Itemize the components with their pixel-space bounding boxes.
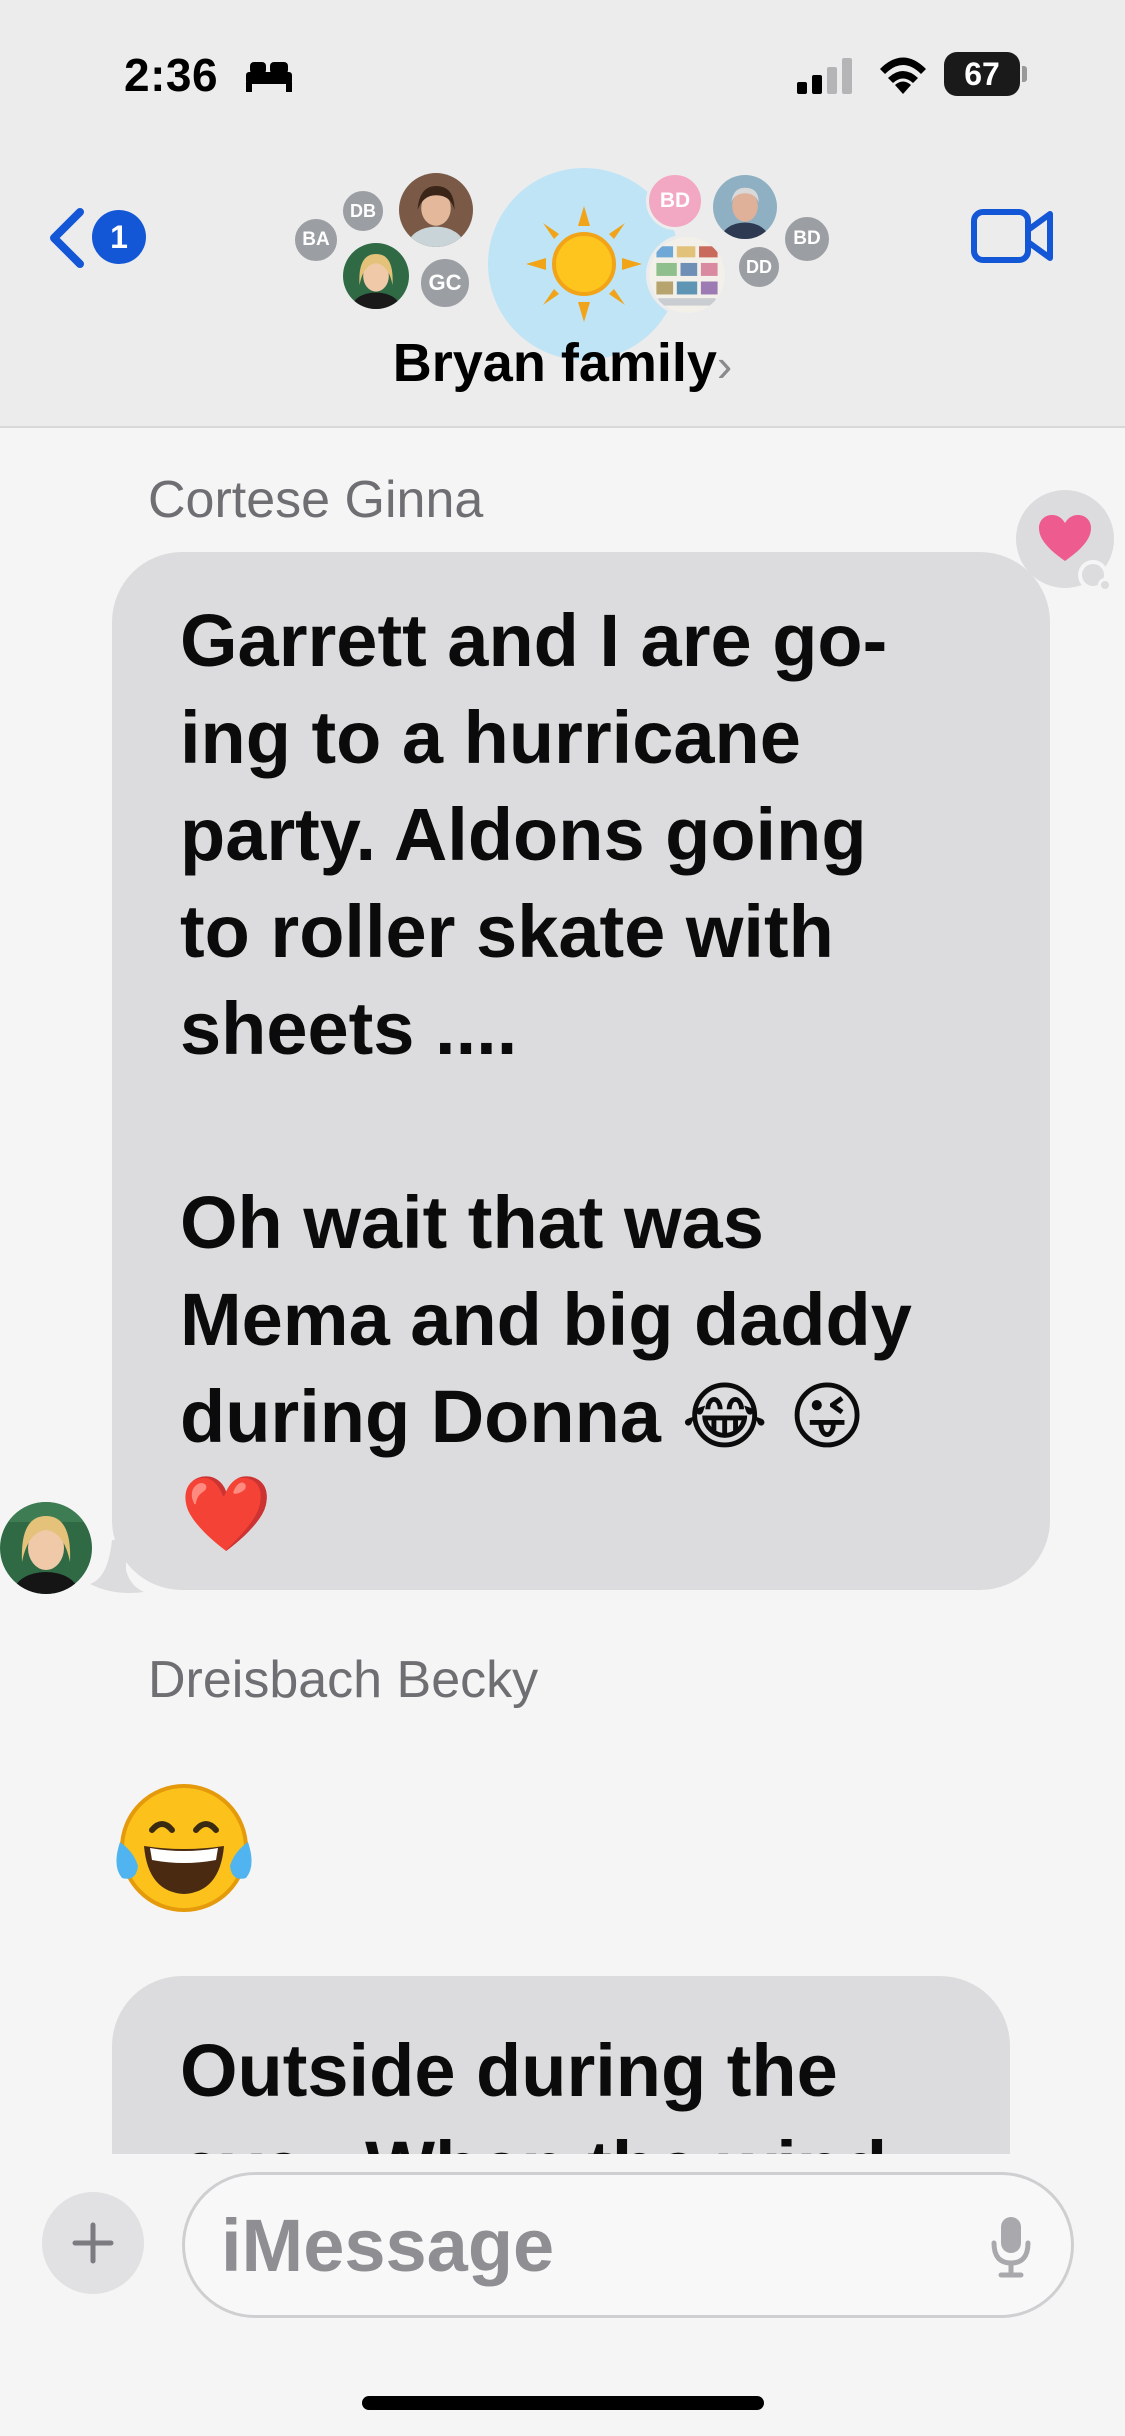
avatar-db: DB xyxy=(340,188,386,234)
avatar-photo-man-gray-hair xyxy=(710,172,780,242)
laughing-emoji-icon[interactable] xyxy=(112,1782,256,1918)
avatar-dd: DD xyxy=(736,244,782,290)
message-bubble[interactable]: Garrett and I are go- ing to a hurricane… xyxy=(112,552,1050,1590)
sender-name: Dreisbach Becky xyxy=(148,1651,539,1709)
message-text: Outside during the eye . When the wind xyxy=(180,2029,887,2154)
group-name-button[interactable]: Bryan family› xyxy=(0,332,1125,394)
unread-count-badge: 1 xyxy=(92,210,146,264)
bubble-tail xyxy=(90,1540,144,1593)
conversation-header: 2:36 67 1 BA DB GC BD DD BD Bryan family… xyxy=(0,0,1125,428)
group-name: Bryan family xyxy=(392,333,717,393)
avatar-bd-pink: BD xyxy=(646,172,704,230)
message-input-placeholder: iMessage xyxy=(221,2204,555,2287)
message-text: Garrett and I are go- ing to a hurricane… xyxy=(180,599,912,1555)
avatar-photo-woman-blonde xyxy=(340,240,412,312)
apps-plus-button[interactable] xyxy=(42,2192,144,2294)
avatar-gc: GC xyxy=(418,256,472,310)
video-call-icon[interactable] xyxy=(970,206,1054,266)
cellular-signal-icon xyxy=(797,58,852,94)
battery-level: 67 xyxy=(944,52,1020,96)
microphone-icon[interactable] xyxy=(991,2215,1031,2279)
bed-icon xyxy=(246,62,292,92)
battery-icon: 67 xyxy=(944,52,1027,96)
sun-icon xyxy=(526,206,642,322)
message-bubble[interactable]: Outside during the eye . When the wind xyxy=(112,1976,1010,2154)
avatar-ba: BA xyxy=(292,216,340,264)
chevron-left-icon xyxy=(50,208,84,268)
plus-icon xyxy=(72,2222,114,2264)
back-button[interactable]: 1 xyxy=(46,202,156,272)
wifi-icon xyxy=(880,57,926,94)
battery-tip xyxy=(1022,66,1027,82)
tapback-dot xyxy=(1098,578,1112,592)
chevron-right-icon: › xyxy=(716,339,733,391)
avatar-photo-collage xyxy=(646,234,728,316)
sender-name: Cortese Ginna xyxy=(148,471,484,529)
sender-avatar xyxy=(0,1502,92,1594)
home-indicator[interactable] xyxy=(362,2396,764,2410)
avatar-bd-right: BD xyxy=(782,214,832,264)
avatar-photo-woman-dark-hair xyxy=(396,170,476,250)
status-time: 2:36 xyxy=(124,49,219,101)
heart-icon xyxy=(1039,515,1091,561)
message-input[interactable]: iMessage xyxy=(182,2172,1074,2318)
